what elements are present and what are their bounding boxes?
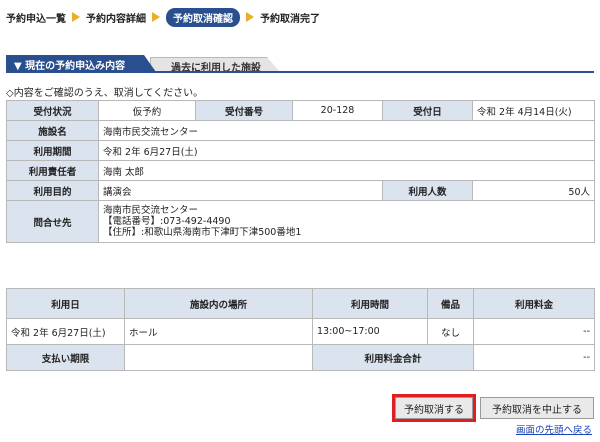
- usage-place-value: ホール: [124, 318, 313, 345]
- arrow-right-icon: [246, 12, 254, 22]
- usage-date-value: 令和 2年 6月27日(土): [6, 318, 125, 345]
- table-row: 令和 2年 6月27日(土) ホール 13:00~17:00 なし --: [6, 318, 595, 345]
- stop-cancel-button[interactable]: 予約取消を中止する: [480, 397, 594, 419]
- reception-date-value: 令和 2年 4月14日(火): [472, 100, 595, 121]
- table-row: 受付状況 仮予約 受付番号 20-128 受付日 令和 2年 4月14日(火): [6, 100, 595, 121]
- total-fee-label: 利用料金合計: [312, 344, 474, 371]
- back-to-top-link[interactable]: 画面の先頭へ戻る: [516, 422, 592, 436]
- breadcrumb-step-reservation-list: 予約申込一覧: [6, 13, 66, 25]
- usage-equipment-header: 備品: [427, 288, 474, 319]
- payment-deadline-value: [124, 344, 313, 371]
- usage-time-header: 利用時間: [312, 288, 428, 319]
- tab-past-facilities[interactable]: 過去に利用した施設: [150, 57, 280, 72]
- breadcrumb-step-reservation-detail: 予約内容詳細: [86, 13, 146, 25]
- contact-name: 海南市民交流センター: [103, 205, 199, 216]
- arrow-right-icon: [152, 12, 160, 22]
- usage-time-value: 13:00~17:00: [312, 318, 428, 345]
- responsible-value: 海南 太郎: [98, 160, 595, 181]
- reception-date-label: 受付日: [382, 100, 473, 121]
- facility-value: 海南市民交流センター: [98, 120, 595, 141]
- status-value: 仮予約: [98, 100, 196, 121]
- contact-address: 【住所】:和歌山県海南市下津町下津500番地1: [103, 227, 302, 238]
- usage-date-header: 利用日: [6, 288, 125, 319]
- table-row: 利用責任者 海南 太郎: [6, 160, 595, 181]
- reservation-details-table: 受付状況 仮予約 受付番号 20-128 受付日 令和 2年 4月14日(火) …: [6, 100, 595, 243]
- usage-fee-value: --: [473, 318, 595, 345]
- arrow-right-icon: [72, 12, 80, 22]
- people-label: 利用人数: [382, 180, 473, 201]
- period-label: 利用期間: [6, 140, 99, 161]
- usage-place-header: 施設内の場所: [124, 288, 313, 319]
- people-value: 50人: [472, 180, 595, 201]
- table-row: 問合せ先 海南市民交流センター 【電話番号】:073-492-4490 【住所】…: [6, 200, 595, 243]
- status-label: 受付状況: [6, 100, 99, 121]
- responsible-label: 利用責任者: [6, 160, 99, 181]
- table-row: 支払い期限 利用料金合計 --: [6, 344, 595, 371]
- breadcrumb: 予約申込一覧 予約内容詳細 予約取消確認 予約取消完了: [6, 7, 320, 27]
- table-row: 利用目的 講演会 利用人数 50人: [6, 180, 595, 201]
- table-row: 利用期間 令和 2年 6月27日(土): [6, 140, 595, 161]
- table-row: 施設名 海南市民交流センター: [6, 120, 595, 141]
- cancel-reservation-button[interactable]: 予約取消する: [395, 397, 473, 419]
- total-fee-value: --: [473, 344, 595, 371]
- period-value: 令和 2年 6月27日(土): [98, 140, 595, 161]
- purpose-label: 利用目的: [6, 180, 99, 201]
- table-row: 利用日 施設内の場所 利用時間 備品 利用料金: [6, 288, 595, 319]
- tab-current-reservation[interactable]: ▼ 現在の予約申込み内容: [6, 55, 156, 72]
- reception-number-label: 受付番号: [195, 100, 293, 121]
- usage-equipment-value: なし: [427, 318, 474, 345]
- facility-label: 施設名: [6, 120, 99, 141]
- contact-phone: 【電話番号】:073-492-4490: [103, 216, 231, 227]
- usage-fee-header: 利用料金: [473, 288, 595, 319]
- contact-label: 問合せ先: [6, 200, 99, 243]
- breadcrumb-step-cancel-confirm: 予約取消確認: [166, 7, 240, 27]
- reception-number-value: 20-128: [292, 100, 383, 121]
- payment-deadline-label: 支払い期限: [6, 344, 125, 371]
- breadcrumb-step-cancel-complete: 予約取消完了: [260, 13, 320, 25]
- purpose-value: 講演会: [98, 180, 383, 201]
- contact-value: 海南市民交流センター 【電話番号】:073-492-4490 【住所】:和歌山県…: [98, 200, 595, 243]
- confirm-message: ◇内容をご確認のうえ、取消してください。: [6, 88, 204, 99]
- tab-underline: [6, 71, 594, 73]
- usage-table: 利用日 施設内の場所 利用時間 備品 利用料金 令和 2年 6月27日(土) ホ…: [6, 288, 595, 371]
